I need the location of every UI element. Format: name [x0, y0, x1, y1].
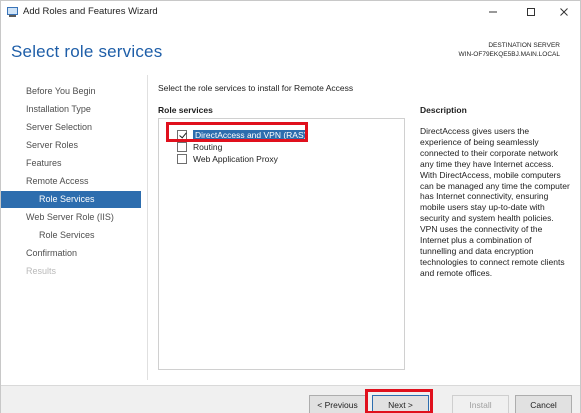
minimize-button[interactable]: [476, 1, 510, 23]
server-manager-icon: [7, 7, 18, 17]
highlight-box-directaccess: [166, 122, 308, 142]
nav-item-results: Results: [26, 266, 57, 276]
wizard-window: Add Roles and Features Wizard Select rol…: [0, 0, 581, 413]
instruction-text: Select the role services to install for …: [158, 83, 354, 93]
destination-server-label: DESTINATION SERVER: [488, 42, 560, 49]
role-services-heading: Role services: [158, 105, 213, 115]
close-icon: [560, 8, 568, 16]
description-text: DirectAccess gives users the experience …: [420, 126, 570, 278]
checkbox-routing[interactable]: [177, 141, 187, 152]
title-bar: Add Roles and Features Wizard: [1, 1, 580, 23]
wizard-content: Select the role services to install for …: [147, 75, 581, 380]
nav-item-role-services-iis[interactable]: Role Services: [1, 227, 141, 244]
highlight-box-next: [365, 389, 433, 413]
page-title: Select role services: [11, 42, 163, 61]
wizard-nav: Before You Begin Installation Type Serve…: [1, 75, 141, 380]
nav-item-server-roles[interactable]: Server Roles: [1, 137, 141, 154]
nav-item-installation-type[interactable]: Installation Type: [1, 101, 141, 118]
nav-item-before-you-begin[interactable]: Before You Begin: [1, 83, 141, 100]
role-label-routing[interactable]: Routing: [193, 142, 222, 152]
description-heading: Description: [420, 105, 467, 115]
window-title: Add Roles and Features Wizard: [23, 6, 158, 17]
nav-item-confirmation[interactable]: Confirmation: [1, 245, 141, 262]
nav-item-remote-access[interactable]: Remote Access: [1, 173, 141, 190]
close-button[interactable]: [547, 1, 581, 23]
minimize-icon: [489, 11, 497, 13]
wizard-header: Select role services DESTINATION SERVER …: [1, 23, 580, 75]
nav-item-web-server-role[interactable]: Web Server Role (IIS): [1, 209, 141, 226]
maximize-button[interactable]: [514, 1, 548, 23]
previous-button[interactable]: < Previous: [309, 395, 366, 413]
install-button: Install: [452, 395, 509, 413]
nav-item-role-services-ras[interactable]: Role Services: [1, 191, 141, 208]
wizard-footer: < Previous Next > Install Cancel: [1, 385, 580, 413]
role-services-tree: DirectAccess and VPN (RAS) Routing Web A…: [158, 118, 405, 370]
role-label-web-application-proxy[interactable]: Web Application Proxy: [193, 154, 278, 164]
checkbox-web-application-proxy[interactable]: [177, 153, 187, 164]
nav-item-features[interactable]: Features: [1, 155, 141, 172]
role-row-web-application-proxy[interactable]: Web Application Proxy: [177, 152, 278, 165]
maximize-icon: [527, 8, 535, 16]
nav-item-server-selection[interactable]: Server Selection: [1, 119, 141, 136]
cancel-button[interactable]: Cancel: [515, 395, 572, 413]
destination-server-value: WIN-OF79EKQE5BJ.MAIN.LOCAL: [458, 51, 561, 58]
